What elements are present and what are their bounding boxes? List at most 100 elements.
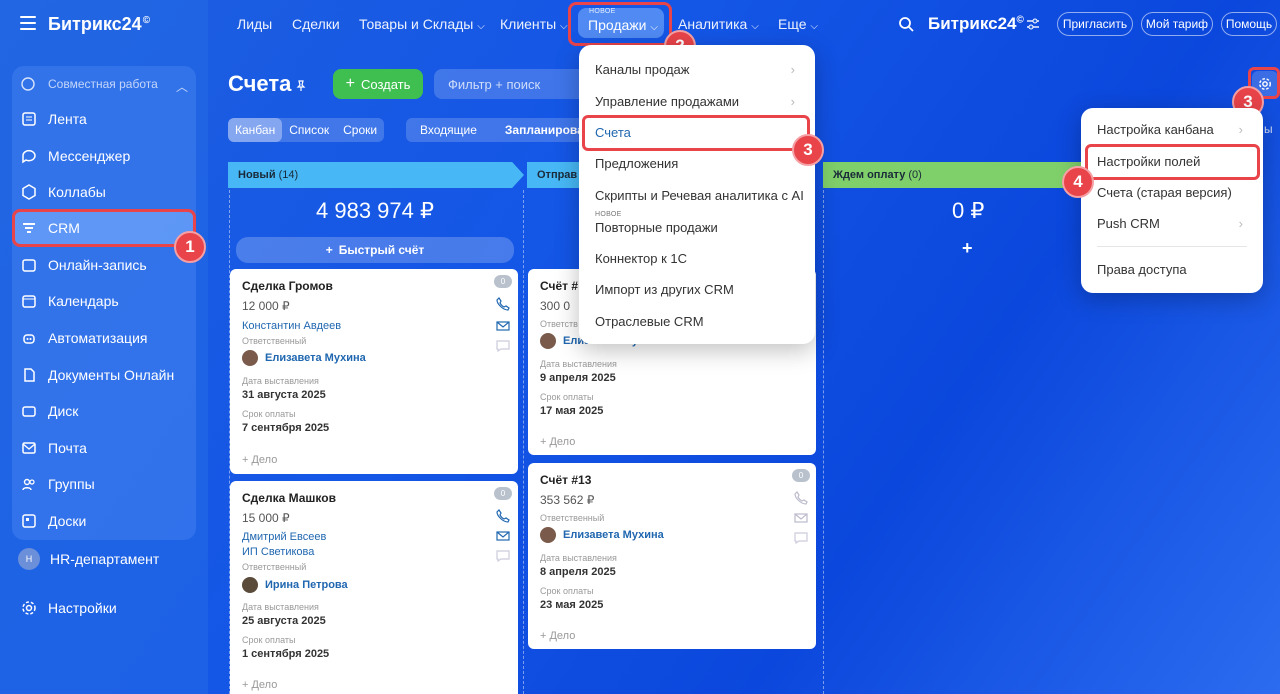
help-button[interactable]: Помощь [1221,12,1277,36]
card-label: Дата выставления [540,553,617,563]
chevron-right-icon: › [790,61,795,77]
field-settings-highlight [1085,144,1260,180]
card-responsible[interactable]: Елизавета Мухина [242,350,366,366]
card-amount: 353 562 ₽ [540,493,595,507]
chevron-up-icon[interactable]: ︿ [176,78,188,95]
board-icon [20,512,38,530]
crm-highlight [12,209,196,247]
logo[interactable]: Битрикс24© [48,14,150,35]
column-divider [523,190,524,694]
add-card-button[interactable]: + [962,238,973,259]
card-label: Дата выставления [540,359,617,369]
tariff-button[interactable]: Мой тариф [1141,12,1213,36]
chevron-right-icon: › [1238,215,1243,231]
card-contact-link[interactable]: Константин Авдеев [242,320,341,332]
menu-item-sales-management[interactable]: Управление продажами › [579,87,815,115]
step-badge-1: 1 [174,231,206,263]
sidebar-item-groups[interactable]: Группы [12,467,196,501]
card-title[interactable]: Сделка Громов [242,279,333,293]
add-activity-link[interactable]: + Дело [242,679,277,691]
sidebar-item-hr[interactable]: H HR-департамент [12,546,196,572]
nav-leads[interactable]: Лиды [237,16,272,32]
phone-icon[interactable] [496,297,510,311]
card-due: 1 сентября 2025 [242,648,330,660]
add-activity-link[interactable]: + Дело [540,630,575,642]
add-activity-link[interactable]: + Дело [242,454,277,466]
menu-item-industry-crm[interactable]: Отраслевые CRM [579,307,815,335]
card-title[interactable]: Сделка Машков [242,491,336,505]
card-label: Ответственный [540,513,605,523]
sidebar-item-settings[interactable]: Настройки [12,594,196,622]
column-header-awaiting[interactable]: Ждем оплату (0) [823,162,1083,188]
menu-group-title[interactable]: Совместная работа [48,77,158,91]
view-list[interactable]: Список [282,118,336,142]
menu-item-1c-connector[interactable]: Коннектор к 1С [579,244,815,272]
invite-button[interactable]: Пригласить [1057,12,1133,36]
group-icon [20,475,38,493]
sidebar-item-messenger[interactable]: Мессенджер [12,139,196,173]
kanban-card[interactable]: Счёт #13 353 562 ₽ Ответственный Елизаве… [528,463,816,649]
comment-icon[interactable] [794,531,808,545]
card-date: 9 апреля 2025 [540,372,616,384]
quick-invoice-button[interactable]: + Быстрый счёт [236,237,514,263]
column-header-new[interactable]: Новый (14) [228,162,524,188]
comment-icon[interactable] [496,549,510,563]
card-title[interactable]: Счёт #13 [540,473,591,487]
menu-item-import-crm[interactable]: Импорт из других CRM [579,275,815,303]
card-title[interactable]: Счёт # [540,279,578,293]
nav-clients[interactable]: Клиенты ⌵ [500,16,568,32]
mail-icon[interactable] [496,319,510,333]
card-company-link[interactable]: ИП Светикова [242,546,314,558]
phone-icon[interactable] [794,491,808,505]
comment-icon[interactable] [496,339,510,353]
sliders-icon[interactable] [1026,18,1040,30]
kanban-card[interactable]: Сделка Громов 12 000 ₽ Константин Авдеев… [230,269,518,474]
sidebar-item-feed[interactable]: Лента [12,102,196,136]
column-total-new: 4 983 974 ₽ [316,198,434,223]
menu-item-scripts-ai[interactable]: Скрипты и Речевая аналитика с AI [579,181,815,209]
menu-item-sales-channels[interactable]: Каналы продаж › [579,55,815,83]
nav-analytics[interactable]: Аналитика ⌵ [678,16,759,32]
sidebar-item-disk[interactable]: Диск [12,394,196,428]
sidebar-item-docs[interactable]: Документы Онлайн [12,358,196,392]
sidebar-item-mail[interactable]: Почта [12,431,196,465]
card-responsible[interactable]: Елизавета Мухина [540,527,664,543]
filter-search-input[interactable]: Фильтр + поиск [434,69,594,99]
sidebar-item-collabs[interactable]: Коллабы [12,175,196,209]
menu-item-quotes[interactable]: Предложения [579,149,815,177]
chevron-right-icon: › [1238,121,1243,137]
nav-goods[interactable]: Товары и Склады ⌵ [359,16,485,32]
create-button[interactable]: + Создать [333,69,423,99]
kanban-card[interactable]: Сделка Машков 15 000 ₽ Дмитрий Евсеев ИП… [230,481,518,694]
gear-icon [20,599,38,617]
nav-more[interactable]: Еще ⌵ [778,16,818,32]
menu-item-push-crm[interactable]: Push CRM › [1081,209,1263,237]
card-label: Ответственный [242,336,307,346]
column-header-sent[interactable]: Отправ [527,162,587,188]
menu-item-kanban-settings[interactable]: Настройка канбана › [1081,115,1263,143]
search-icon[interactable] [898,16,914,32]
sidebar-item-calendar[interactable]: Календарь [12,284,196,318]
menu-item-repeat-sales[interactable]: Повторные продажи [579,213,815,241]
sidebar-item-booking[interactable]: Онлайн-запись [12,248,196,282]
filter-incoming[interactable]: Входящие [406,118,491,142]
card-label: Ответственный [242,562,307,572]
column-divider [823,190,824,694]
mail-icon[interactable] [794,511,808,525]
menu-item-invoices-old[interactable]: Счета (старая версия) [1081,178,1263,206]
card-responsible[interactable]: Ирина Петрова [242,577,348,593]
mail-icon[interactable] [496,529,510,543]
view-kanban[interactable]: Канбан [228,118,283,142]
view-deadlines[interactable]: Сроки [336,118,384,142]
card-due: 7 сентября 2025 [242,422,330,434]
sidebar-item-automation[interactable]: Автоматизация [12,321,196,355]
card-contact-link[interactable]: Дмитрий Евсеев [242,531,326,543]
pin-icon[interactable] [295,80,307,92]
sidebar-item-boards[interactable]: Доски [12,504,196,538]
phone-icon[interactable] [496,509,510,523]
nav-deals[interactable]: Сделки [292,16,340,32]
brand-label[interactable]: Битрикс24© [928,14,1024,34]
menu-icon[interactable] [20,16,36,30]
add-activity-link[interactable]: + Дело [540,436,575,448]
menu-item-access-rights[interactable]: Права доступа [1081,255,1263,283]
